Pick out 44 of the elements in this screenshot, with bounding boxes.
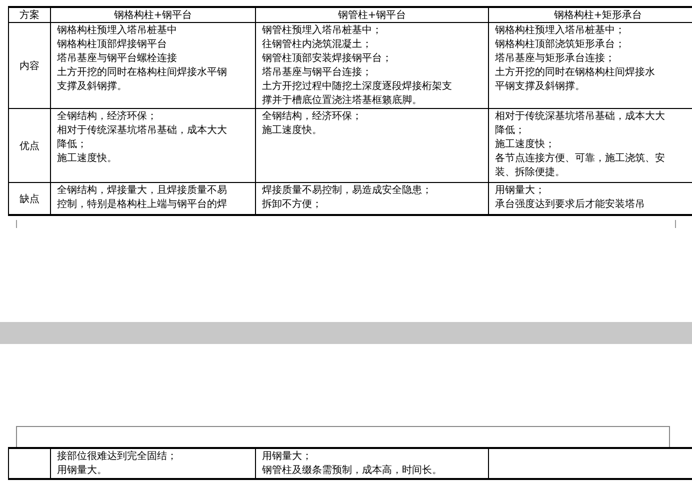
cell-text: 用钢量大。 <box>57 464 107 478</box>
row-header: 缺点 <box>8 182 50 215</box>
cell-text: 平钢支撑及斜钢撑。 <box>495 80 585 94</box>
cell-text: 钢管柱顶部安装焊接钢平台； <box>262 52 392 66</box>
cell-text: 全钢结构，焊接量大，且焊接质量不易 <box>57 184 227 198</box>
row-header: 优点 <box>8 108 50 182</box>
column-header: 钢格构柱+钢平台 <box>50 7 256 22</box>
column-header: 方案 <box>8 7 50 22</box>
cell-text: 钢格构柱顶部焊接钢平台 <box>57 38 167 52</box>
cell-text: 用钢量大； <box>495 184 545 198</box>
cell-text: 土方开挖的同时在格构柱间焊接水平钢 <box>57 66 227 80</box>
cell-text: 钢管柱预埋入塔吊桩基中； <box>262 24 382 38</box>
cell-text: 装、拆除便捷。 <box>495 166 565 180</box>
cell-text: 焊接质量不易控制，易造成安全隐患； <box>262 184 432 198</box>
column-header: 钢格构柱+矩形承台 <box>488 7 692 22</box>
cell-text: 用钢量大； <box>262 450 312 464</box>
cell-text: 支撑及斜钢撑。 <box>57 80 127 94</box>
cell-text: 塔吊基座与钢平台螺栓连接 <box>57 52 177 66</box>
cell-text: 往钢管柱内浇筑混凝土； <box>262 38 372 52</box>
cell-text: 各节点连接方便、可靠，施工浇筑、安 <box>495 152 665 166</box>
cell-text: 承台强度达到要求后才能安装塔吊 <box>495 198 645 212</box>
cell-text: 钢管柱及缀条需预制，成本高，时间长。 <box>262 464 442 478</box>
cell-text: 接部位很难达到完全固结； <box>57 450 177 464</box>
cell-text: 拆卸不方便； <box>262 198 322 212</box>
cell-text: 相对于传统深基坑塔吊基础，成本大大 <box>57 124 227 138</box>
cell-text: 施工速度快； <box>495 138 555 152</box>
cell-text: 钢格构柱预埋入塔吊桩基中 <box>57 24 177 38</box>
cell-text: 施工速度快。 <box>57 152 117 166</box>
cell-text: 撑并于槽底位置浇注塔基框籁底脚。 <box>262 94 422 108</box>
cell-text: 降低； <box>495 124 525 138</box>
cell-text: 塔吊基座与钢平台连接； <box>262 66 372 80</box>
cell-text: 控制，特别是格构柱上端与钢平台的焊 <box>57 198 227 212</box>
cell-text: 塔吊基座与矩形承台连接； <box>495 52 615 66</box>
cell-text: 降低； <box>57 138 87 152</box>
cell-text: 全钢结构，经济环保； <box>262 110 362 124</box>
cell-text: 土方开挖过程中随挖土深度逐段焊接桁架支 <box>262 80 452 94</box>
cell-text: 相对于传统深基坑塔吊基础，成本大大 <box>495 110 665 124</box>
cell-text: 钢格构柱预埋入塔吊桩基中； <box>495 24 625 38</box>
row-header: 内容 <box>8 22 50 108</box>
cell-text: 钢格构柱顶部浇筑矩形承台； <box>495 38 625 52</box>
cell-text: 土方开挖的同时在钢格构柱间焊接水 <box>495 66 655 80</box>
column-header: 钢管柱+钢平台 <box>256 7 488 22</box>
cell-text: 施工速度快。 <box>262 124 322 138</box>
cell-text: 全钢结构，经济环保； <box>57 110 157 124</box>
